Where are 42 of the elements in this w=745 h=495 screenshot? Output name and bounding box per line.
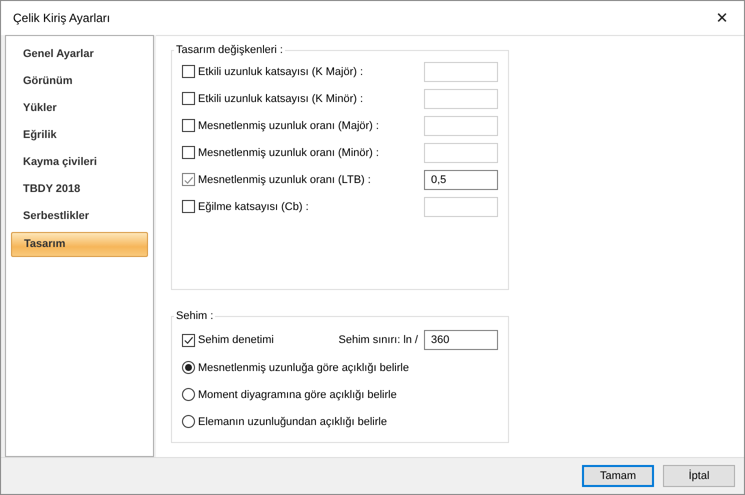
- checkbox[interactable]: [182, 65, 195, 78]
- checkbox-label: Sehim denetimi: [198, 334, 274, 346]
- sidebar-item[interactable]: Görünüm: [11, 68, 148, 95]
- checkbox-label: Mesnetlenmiş uzunluk oranı (Minör) :: [198, 146, 380, 158]
- checkbox[interactable]: [182, 146, 195, 159]
- checkbox[interactable]: [182, 200, 195, 213]
- close-button[interactable]: ✕: [700, 3, 744, 33]
- sidebar-item[interactable]: Genel Ayarlar: [11, 41, 148, 68]
- sidebar-item[interactable]: Tasarım: [11, 232, 148, 257]
- input-field[interactable]: [424, 116, 498, 136]
- checkbox[interactable]: [182, 119, 195, 132]
- input-field[interactable]: [424, 88, 498, 108]
- sidebar-item[interactable]: Yükler: [11, 95, 148, 122]
- checkbox-label: Mesnetlenmiş uzunluk oranı (LTB) :: [198, 174, 372, 186]
- radio-label: Elemanın uzunluğundan açıklığı belirle: [198, 416, 388, 428]
- input-field[interactable]: 360: [424, 330, 498, 350]
- input-field[interactable]: [424, 142, 498, 162]
- checkbox-label: Etkili uzunluk katsayısı (K Majör) :: [198, 66, 364, 78]
- checkbox[interactable]: [182, 92, 195, 105]
- input-field[interactable]: [424, 62, 498, 82]
- sidebar-item[interactable]: Kayma çivileri: [11, 149, 148, 176]
- radio-button[interactable]: [182, 388, 195, 401]
- sidebar-item[interactable]: TBDY 2018: [11, 176, 148, 203]
- checkbox[interactable]: [182, 334, 195, 346]
- radio-button[interactable]: [182, 415, 195, 428]
- checkbox-label: Eğilme katsayısı (Cb) :: [198, 200, 310, 212]
- radio-label: Mesnetlenmiş uzunluğa göre açıklığı belirle: [198, 362, 410, 374]
- sidebar-item[interactable]: Eğrilik: [11, 122, 148, 149]
- window-title: Çelik Kiriş Ayarları: [13, 11, 110, 25]
- limit-label: Sehim sınırı: ln /: [338, 334, 418, 346]
- input-field[interactable]: 0,5: [424, 170, 498, 190]
- checkbox[interactable]: [182, 173, 195, 186]
- group-title: Tasarım değişkenleri :: [175, 44, 284, 56]
- group-title: Sehim :: [175, 310, 214, 322]
- sidebar-item[interactable]: Serbestlikler: [11, 203, 148, 230]
- checkbox-label: Mesnetlenmiş uzunluk oranı (Majör) :: [198, 120, 380, 132]
- radio-label: Moment diyagramına göre açıklığı belirle: [198, 388, 398, 400]
- radio-button[interactable]: [182, 361, 195, 374]
- input-field[interactable]: [424, 196, 498, 216]
- cancel-button[interactable]: İptal: [663, 465, 735, 487]
- checkbox-label: Etkili uzunluk katsayısı (K Minör) :: [198, 92, 364, 104]
- ok-button[interactable]: Tamam: [582, 465, 654, 487]
